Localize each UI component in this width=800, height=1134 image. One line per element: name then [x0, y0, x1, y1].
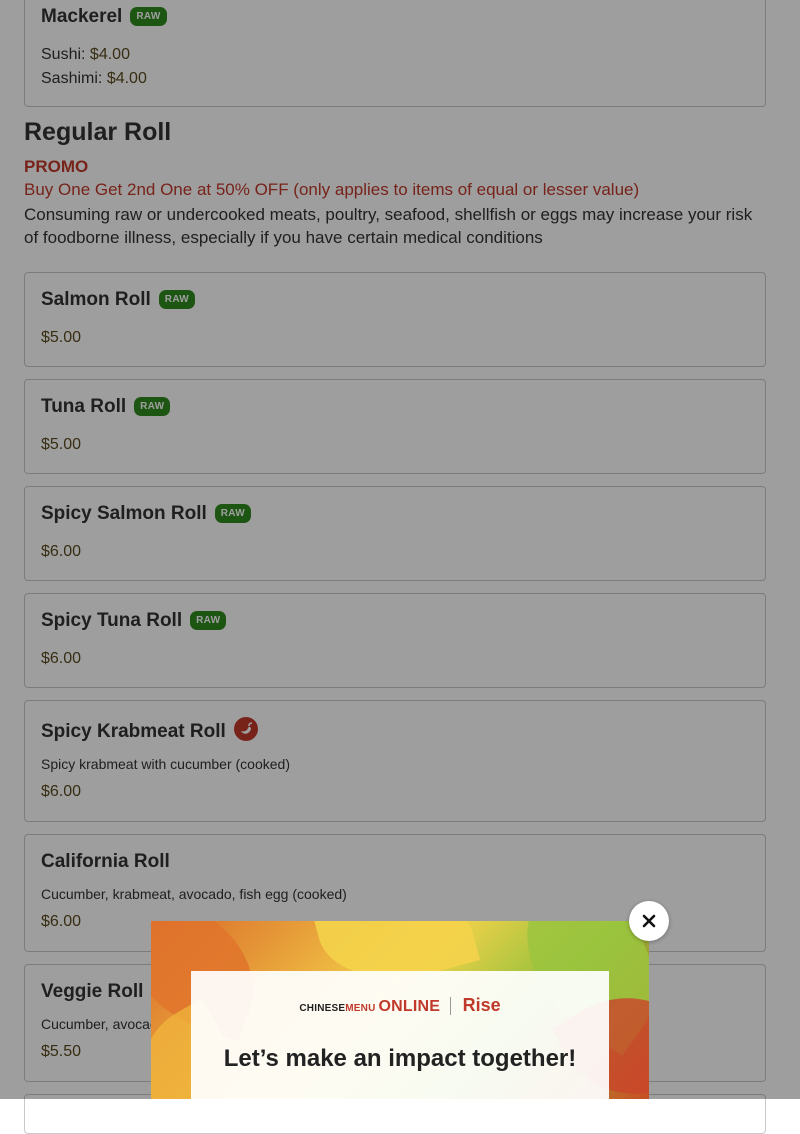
- rise-logo: Rise: [462, 995, 501, 1015]
- modal-close-button[interactable]: [629, 901, 669, 941]
- menu-item-card[interactable]: [24, 1094, 766, 1134]
- modal-heading: Let’s make an impact together!: [223, 1045, 577, 1072]
- close-icon: [642, 914, 656, 928]
- partner-logos: CHINESEMENU ONLINE Rise: [191, 995, 609, 1016]
- impact-modal: CHINESEMENU ONLINE Rise Let’s make an im…: [151, 921, 649, 1099]
- chinesemenuonline-logo: CHINESEMENU ONLINE: [299, 998, 441, 1015]
- modal-content: CHINESEMENU ONLINE Rise Let’s make an im…: [191, 971, 609, 1099]
- logo-divider: [450, 997, 452, 1015]
